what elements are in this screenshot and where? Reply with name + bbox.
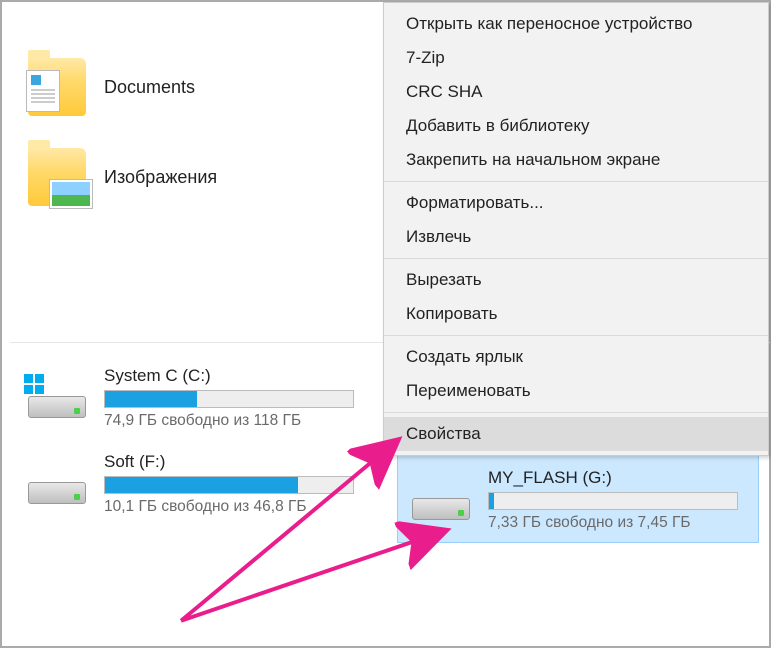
context-menu-item[interactable]: CRC SHA	[384, 75, 768, 109]
context-menu-item[interactable]: 7-Zip	[384, 41, 768, 75]
context-menu-item[interactable]: Добавить в библиотеку	[384, 109, 768, 143]
context-menu[interactable]: Открыть как переносное устройство7-ZipCR…	[383, 2, 769, 456]
folder-label: Documents	[104, 77, 195, 98]
folder-images[interactable]: Изображения	[10, 132, 360, 222]
context-menu-item[interactable]: Переименовать	[384, 374, 768, 408]
context-menu-item[interactable]: Создать ярлык	[384, 340, 768, 374]
context-menu-separator	[384, 181, 768, 182]
context-menu-item[interactable]: Вырезать	[384, 263, 768, 297]
context-menu-item[interactable]: Свойства	[384, 417, 768, 451]
drive-icon	[412, 480, 470, 520]
context-menu-separator	[384, 335, 768, 336]
context-menu-separator	[384, 258, 768, 259]
context-menu-separator	[384, 412, 768, 413]
drive-name: MY_FLASH (G:)	[488, 468, 740, 488]
folder-documents[interactable]: Documents	[10, 42, 360, 132]
windows-logo-icon	[24, 374, 46, 396]
folders-section: Documents Изображения	[10, 42, 360, 222]
context-menu-item[interactable]: Открыть как переносное устройство	[384, 7, 768, 41]
drive-icon	[28, 378, 86, 418]
drive-icon	[28, 464, 86, 504]
folder-icon	[28, 58, 86, 116]
drive-my-flash[interactable]: MY_FLASH (G:) 7,33 ГБ свободно из 7,45 Г…	[398, 456, 758, 542]
folder-icon	[28, 148, 86, 206]
context-menu-item[interactable]: Форматировать...	[384, 186, 768, 220]
context-menu-item[interactable]: Закрепить на начальном экране	[384, 143, 768, 177]
drive-my-flash-wrap: MY_FLASH (G:) 7,33 ГБ свободно из 7,45 Г…	[398, 456, 758, 542]
capacity-bar	[104, 390, 354, 408]
capacity-bar	[104, 476, 354, 494]
capacity-bar	[488, 492, 738, 510]
folder-label: Изображения	[104, 167, 217, 188]
context-menu-item[interactable]: Извлечь	[384, 220, 768, 254]
drive-free-text: 7,33 ГБ свободно из 7,45 ГБ	[488, 514, 740, 532]
explorer-window: Documents Изображения System C (C:) 74,9…	[2, 2, 769, 646]
context-menu-item[interactable]: Копировать	[384, 297, 768, 331]
